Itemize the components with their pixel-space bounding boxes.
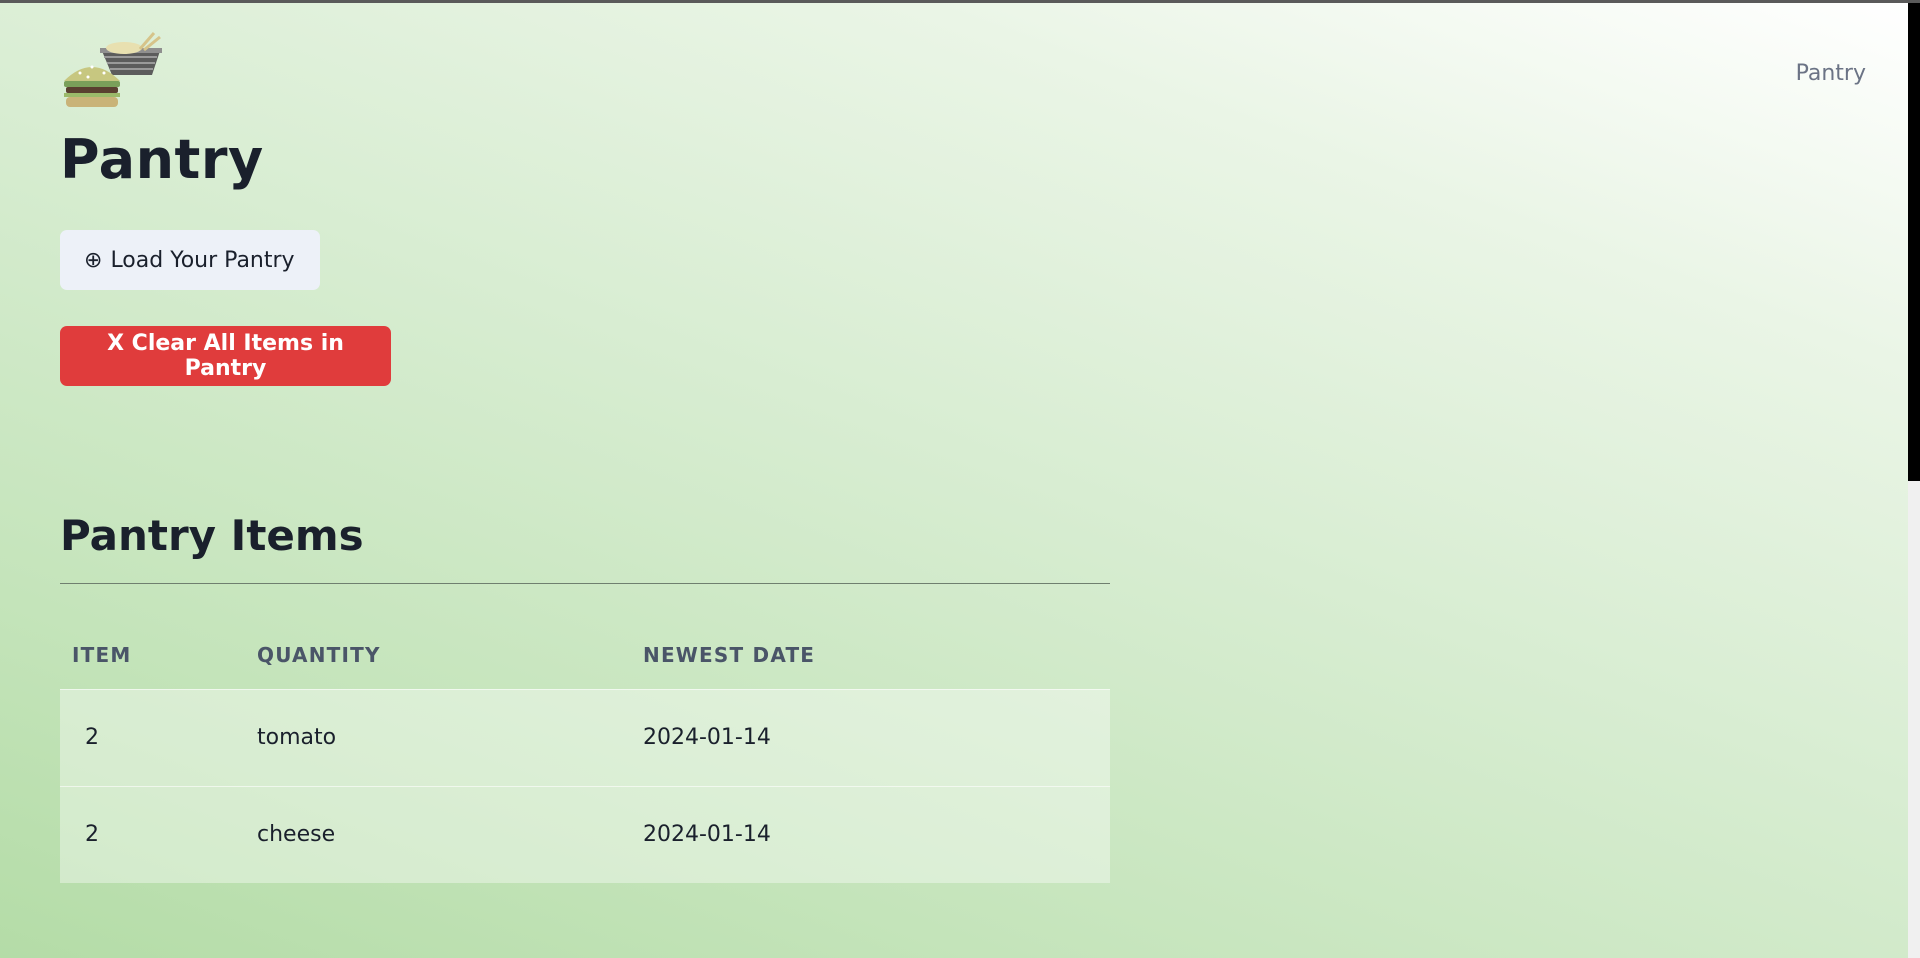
page-title: Pantry	[60, 128, 264, 191]
logo[interactable]	[62, 31, 162, 111]
scrollbar-thumb[interactable]	[1908, 3, 1920, 481]
nav-link-pantry[interactable]: Pantry	[1796, 61, 1866, 86]
pantry-table: ITEM QUANTITY NEWEST DATE 2 tomato 2024-…	[60, 621, 1110, 883]
cell-newest-date: 2024-01-14	[643, 725, 771, 750]
scrollbar-track[interactable]	[1908, 481, 1920, 958]
cell-item: 2	[85, 725, 99, 750]
load-pantry-button[interactable]: ⊕ Load Your Pantry	[60, 230, 320, 290]
clear-all-label: X Clear All Items in Pantry	[107, 331, 344, 381]
section-divider	[60, 583, 1110, 584]
table-header-row: ITEM QUANTITY NEWEST DATE	[60, 621, 1110, 689]
table-row: 2 tomato 2024-01-14	[60, 689, 1110, 786]
circled-plus-icon: ⊕	[84, 247, 103, 273]
clear-all-button[interactable]: X Clear All Items in Pantry	[60, 326, 391, 386]
load-pantry-label: Load Your Pantry	[110, 247, 295, 273]
page-viewport: Pantry Pantry ⊕ Load Your Pantry X Clear…	[0, 3, 1908, 958]
column-header-item: ITEM	[72, 642, 132, 667]
section-title: Pantry Items	[60, 511, 364, 560]
cell-quantity: cheese	[257, 822, 336, 848]
table-row: 2 cheese 2024-01-14	[60, 786, 1110, 883]
column-header-quantity: QUANTITY	[257, 642, 381, 667]
cell-quantity: tomato	[257, 725, 337, 750]
column-header-newest-date: NEWEST DATE	[643, 642, 816, 667]
cell-newest-date: 2024-01-14	[643, 822, 771, 848]
cell-item: 2	[85, 822, 99, 848]
burger-and-noodle-bowl-logo-icon	[64, 32, 162, 107]
